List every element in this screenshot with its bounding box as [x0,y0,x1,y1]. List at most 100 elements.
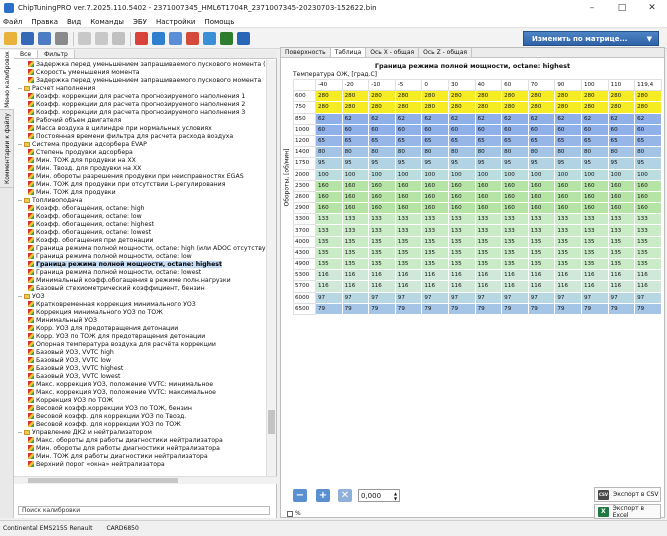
table-cell[interactable]: 133 [394,224,423,237]
table-cell[interactable]: 280 [474,101,503,114]
table-cell[interactable]: 65 [474,134,503,148]
tree-group[interactable]: − УОЗ [14,292,266,300]
table-cell[interactable]: 280 [315,101,343,114]
table-cell[interactable]: 95 [368,157,396,170]
table-cell[interactable]: 160 [368,190,396,204]
table-cell[interactable]: 135 [554,246,582,260]
table-cell[interactable]: 280 [501,101,529,114]
tree-item[interactable]: Весовой коэфф. для коррекции УОЗ по ТОЖ [14,420,266,428]
table-cell[interactable]: 135 [554,235,582,248]
table-cell[interactable]: 97 [394,291,423,304]
table-cell[interactable]: 80 [474,146,503,159]
table-cell[interactable]: 133 [447,224,476,237]
tree-item[interactable]: Коэфф. обогащения, octane: high [14,204,266,212]
table-cell[interactable]: 95 [634,157,662,170]
table-cell[interactable]: 97 [368,291,396,304]
table-cell[interactable]: 135 [527,235,556,248]
table-cell[interactable]: 116 [341,269,370,282]
table-cell[interactable]: 280 [527,101,556,114]
table-cell[interactable]: 160 [607,190,636,204]
tab-axis-z[interactable]: Ось Z - общая [419,48,472,57]
menu-ecu[interactable]: ЭБУ [133,18,147,26]
table-cell[interactable]: 135 [341,235,370,248]
table-cell[interactable]: 80 [341,146,370,159]
table-cell[interactable]: 160 [341,179,370,192]
tree-item[interactable]: Мин. ТОЖ для продувки при отсутствии L-р… [14,180,266,188]
table-cell[interactable]: 280 [634,90,662,103]
table-cell[interactable]: 60 [421,123,449,136]
table-cell[interactable]: 160 [501,190,529,204]
table-cell[interactable]: 79 [580,302,609,315]
table-cell[interactable]: 97 [474,291,503,304]
menu-commands[interactable]: Команды [90,18,124,26]
table-cell[interactable]: 133 [634,224,662,237]
table-cell[interactable]: 280 [368,101,396,114]
table-cell[interactable]: 160 [447,202,476,215]
table-cell[interactable]: 79 [474,302,503,315]
tree-item[interactable]: Коррекция УОЗ по ТОЖ [14,396,266,404]
table-cell[interactable]: 135 [527,246,556,260]
table-cell[interactable]: 135 [394,257,423,271]
table-cell[interactable]: 116 [501,280,529,293]
table-cell[interactable]: 80 [394,146,423,159]
table-cell[interactable]: 80 [634,146,662,159]
multiply-button[interactable]: ✕ [338,489,352,502]
table-cell[interactable]: 80 [580,146,609,159]
table-cell[interactable]: 280 [341,90,370,103]
table-cell[interactable]: 160 [527,190,556,204]
table-cell[interactable]: 160 [394,179,423,192]
tree-horizontal-scrollbar[interactable] [14,476,277,484]
tree-item[interactable]: Весовой коэфф.коррекции УОЗ по ТОЖ, бенз… [14,404,266,412]
table-cell[interactable]: 79 [394,302,423,315]
table-cell[interactable]: 133 [474,224,503,237]
table-cell[interactable]: 133 [501,224,529,237]
subtract-button[interactable]: − [293,489,307,502]
info-icon[interactable] [220,32,233,45]
table-cell[interactable]: 133 [580,213,609,226]
side-tab-calibrations[interactable]: Меню калибровок [0,50,14,110]
table-cell[interactable]: 100 [315,168,343,181]
table-cell[interactable]: 100 [634,168,662,181]
help-icon[interactable] [237,32,250,45]
tree-item[interactable]: Коэфф. коррекции для расчета прогнозируе… [14,108,266,116]
table-cell[interactable]: 160 [394,202,423,215]
table-cell[interactable]: 100 [368,168,396,181]
table-cell[interactable]: 60 [447,123,476,136]
copy-icon[interactable] [78,32,91,45]
table-cell[interactable]: 280 [421,101,449,114]
table-cell[interactable]: 62 [394,112,423,125]
table-cell[interactable]: 97 [341,291,370,304]
table-cell[interactable]: 65 [421,134,449,148]
table-cell[interactable]: 116 [394,269,423,282]
print-icon[interactable] [55,32,68,45]
table-cell[interactable]: 160 [474,190,503,204]
table-cell[interactable]: 95 [474,157,503,170]
table-cell[interactable]: 160 [634,179,662,192]
expander-icon[interactable]: − [17,429,23,436]
table-cell[interactable]: 116 [527,280,556,293]
tree-item[interactable]: Постоянная времени фильтра для расчета р… [14,132,266,140]
tree-item[interactable]: Весовой коэфф. для коррекции УОЗ по Твоз… [14,412,266,420]
table-cell[interactable]: 95 [607,157,636,170]
tree-item[interactable]: Макс. обороты для работы диагностики ней… [14,436,266,444]
paste-icon[interactable] [95,32,108,45]
table-cell[interactable]: 133 [315,213,343,226]
table-cell[interactable]: 116 [501,269,529,282]
export-excel-button[interactable]: X Экспорт в Excel [594,504,661,519]
table-cell[interactable]: 65 [447,134,476,148]
tree-item[interactable]: Коэфф. обогащения, octane: lowest [14,228,266,236]
undo-icon[interactable] [112,32,125,45]
menu-view[interactable]: Вид [67,18,81,26]
table-cell[interactable]: 116 [580,280,609,293]
table-cell[interactable]: 62 [634,112,662,125]
table-cell[interactable]: 79 [607,302,636,315]
table-cell[interactable]: 135 [447,257,476,271]
tree-item[interactable]: Коэфф. обогащения, octane: low [14,212,266,220]
table-cell[interactable]: 160 [501,202,529,215]
table-cell[interactable]: 60 [554,123,582,136]
table-cell[interactable]: 135 [501,257,529,271]
table-cell[interactable]: 133 [634,213,662,226]
table-cell[interactable]: 133 [394,213,423,226]
table-cell[interactable]: 80 [421,146,449,159]
tree-scrollbar[interactable] [266,60,276,476]
